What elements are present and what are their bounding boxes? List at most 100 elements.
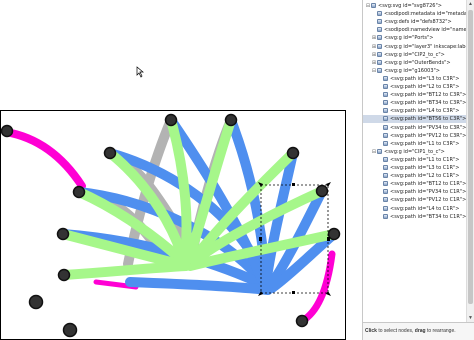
xml-node-icon bbox=[383, 213, 388, 219]
xml-node-icon bbox=[383, 156, 388, 162]
xml-tree-node[interactable]: <svg:path id="L4 to C1R"> bbox=[363, 205, 467, 213]
scale-handle-bottom[interactable] bbox=[292, 291, 295, 294]
xml-node-label: <svg:g id="OuterBends"> bbox=[384, 59, 451, 66]
xml-node-icon bbox=[377, 51, 382, 57]
xml-tree-node[interactable]: ⊞<svg:g id="layer3" inkscape:label="Text… bbox=[363, 43, 467, 51]
xml-tree-node[interactable]: <svg:defs id="defs8732"> bbox=[363, 18, 467, 26]
xml-tree-node[interactable]: ⊟ <svg:svg id="svg8726"> bbox=[363, 2, 467, 10]
xml-node-icon bbox=[383, 124, 388, 130]
xml-tree-node[interactable]: <svg:path id="L2 to C1R"> bbox=[363, 172, 467, 180]
connector-node[interactable] bbox=[315, 184, 329, 198]
xml-node-label: <svg:svg id="svg8726"> bbox=[378, 3, 442, 9]
connector-node[interactable] bbox=[0, 124, 14, 138]
connector-node[interactable] bbox=[72, 185, 86, 199]
xml-node-icon bbox=[383, 100, 388, 106]
xml-node-label: <svg:g id="CIP2_to_c"> bbox=[384, 51, 445, 58]
xml-node-icon bbox=[377, 43, 382, 49]
xml-tree-node[interactable]: <svg:path id="PV12 to C1R"> bbox=[363, 196, 467, 204]
xml-node-label: <svg:path id="L2 to C1R"> bbox=[390, 173, 460, 180]
scale-handle-top-right[interactable] bbox=[326, 182, 331, 187]
xml-tree-node[interactable]: <sodipodi:metadata id="metadata8734"> bbox=[363, 10, 467, 18]
xml-node-label: <svg:path id="BT12 to C3R"> bbox=[390, 92, 467, 99]
xml-tree-node[interactable]: <svg:path id="PV12 to C3R"> bbox=[363, 132, 467, 140]
xml-node-label: <sodipodi:namedview id="namedview8730"> bbox=[384, 27, 467, 34]
connector-node[interactable] bbox=[103, 146, 117, 160]
status-text-end: to rearrange. bbox=[425, 328, 456, 334]
xml-tree-node[interactable]: <svg:path id="PV34 to C1R"> bbox=[363, 188, 467, 196]
xml-node-tree[interactable]: ⊟ <svg:svg id="svg8726"> <sodipodi:metadat… bbox=[363, 0, 467, 322]
connector-node[interactable] bbox=[164, 113, 178, 127]
xml-node-label: <svg:path id="L1 to C3R"> bbox=[390, 140, 460, 147]
xml-node-icon bbox=[383, 173, 388, 179]
drawing-svg[interactable] bbox=[0, 0, 362, 340]
connector-node[interactable] bbox=[224, 113, 238, 127]
xml-node-label: <svg:defs id="defs8732"> bbox=[384, 19, 452, 26]
xml-node-icon bbox=[377, 35, 382, 41]
xml-node-label: <svg:path id="L1 to C1R"> bbox=[390, 156, 460, 163]
xml-node-label: <svg:g id="layer3" inkscape:label="Text"… bbox=[384, 43, 467, 50]
status-text-middle: to select nodes, bbox=[376, 328, 415, 334]
xml-node-label: <svg:path id="BT56 to C3R"> bbox=[390, 116, 467, 123]
xml-node-icon bbox=[383, 181, 388, 187]
scroll-up-arrow-icon[interactable]: ▲ bbox=[467, 0, 474, 8]
xml-tree-node[interactable]: <sodipodi:namedview id="namedview8730"> bbox=[363, 26, 467, 34]
xml-node-label: <svg:path id="PV34 to C1R"> bbox=[390, 189, 467, 196]
xml-tree-node[interactable]: <svg:path id="PV34 to C3R"> bbox=[363, 124, 467, 132]
xml-node-label: <svg:path id="L2 to C3R"> bbox=[390, 84, 460, 90]
connector-node[interactable] bbox=[57, 268, 71, 282]
xml-tree-node[interactable]: ⊟ <svg:g id="CIP1_to_c"> bbox=[363, 148, 467, 156]
xml-tree-node[interactable]: ⊞ <svg:g id="CIP2_to_c"> bbox=[363, 51, 467, 59]
xml-node-icon bbox=[383, 165, 388, 170]
xml-node-icon bbox=[377, 27, 382, 33]
xml-tree-node[interactable]: <svg:path id="L3 to C3R"> bbox=[363, 75, 467, 83]
scroll-down-arrow-icon[interactable]: ▼ bbox=[467, 314, 474, 322]
xml-node-label: <sodipodi:metadata id="metadata8734"> bbox=[384, 11, 467, 18]
xml-tree-scrollbar[interactable]: ▲ ▼ bbox=[466, 0, 474, 322]
xml-tree-node[interactable]: <svg:path id="L1 to C3R"> bbox=[363, 140, 467, 148]
xml-tree-node[interactable]: ⊞ <svg:g id="Ports"> bbox=[363, 34, 467, 42]
connector-node[interactable] bbox=[295, 314, 309, 328]
xml-status-bar: Click to select nodes, drag to rearrange… bbox=[363, 322, 474, 340]
xml-tree-node[interactable]: <svg:path id="L1 to C1R"> bbox=[363, 156, 467, 164]
xml-node-label: <svg:path id="L4 to C1R"> bbox=[390, 205, 460, 212]
connector-node[interactable] bbox=[327, 227, 341, 241]
xml-tree-node[interactable]: <svg:path id="BT56 to C3R"> bbox=[363, 115, 467, 124]
xml-node-icon bbox=[383, 92, 388, 98]
xml-tree-node[interactable]: ⊞ <svg:g id="OuterBends"> bbox=[363, 59, 467, 67]
xml-node-icon bbox=[383, 75, 388, 81]
xml-editor-panel: ⊟ <svg:svg id="svg8726"> <sodipodi:metadat… bbox=[362, 0, 474, 340]
xml-tree-node[interactable]: <svg:path id="BT34 to C1R"> bbox=[363, 213, 467, 221]
magenta-arc-left[interactable] bbox=[2, 128, 86, 190]
xml-node-icon bbox=[383, 205, 388, 211]
xml-node-label: <svg:path id="BT34 to C3R"> bbox=[390, 100, 467, 107]
connector-node[interactable] bbox=[56, 227, 70, 241]
scrollbar-thumb[interactable] bbox=[468, 10, 473, 304]
drawing-canvas[interactable] bbox=[0, 0, 362, 340]
connector-node[interactable] bbox=[286, 146, 300, 160]
blue-connector[interactable] bbox=[125, 277, 273, 295]
xml-tree-node[interactable]: <svg:path id="BT12 to C1R"> bbox=[363, 180, 467, 188]
mouse-cursor-icon bbox=[136, 66, 144, 78]
xml-tree-node[interactable]: <svg:path id="L4 to C3R"> bbox=[363, 107, 467, 115]
xml-node-icon bbox=[383, 116, 388, 122]
connector-node[interactable] bbox=[62, 322, 78, 338]
xml-tree-node[interactable]: <svg:path id="BT34 to C3R"> bbox=[363, 99, 467, 107]
green-connector[interactable] bbox=[59, 261, 191, 280]
xml-node-icon bbox=[383, 197, 388, 203]
xml-tree-node[interactable]: ⊟ <svg:g id="g16003"> bbox=[363, 67, 467, 75]
xml-node-label: <svg:path id="L3 to C3R"> bbox=[390, 75, 460, 82]
xml-node-label: <svg:path id="BT34 to C1R"> bbox=[390, 213, 467, 220]
scale-handle-top[interactable] bbox=[292, 183, 295, 186]
xml-tree-node[interactable]: <svg:path id="L2 to C3R"> bbox=[363, 83, 467, 91]
connector-node[interactable] bbox=[28, 294, 44, 310]
xml-node-label: <svg:path id="L3 to C1R"> bbox=[390, 165, 460, 171]
xml-node-label: <svg:path id="PV34 to C3R"> bbox=[390, 124, 467, 131]
xml-node-icon bbox=[371, 3, 376, 8]
xml-tree-node[interactable]: <svg:path id="L3 to C1R"> bbox=[363, 164, 467, 172]
xml-tree-node[interactable]: <svg:path id="BT12 to C3R"> bbox=[363, 91, 467, 99]
xml-node-label: <svg:g id="Ports"> bbox=[384, 35, 434, 42]
scale-handle-right[interactable] bbox=[327, 237, 330, 241]
xml-node-label: <svg:path id="PV12 to C3R"> bbox=[390, 132, 467, 139]
status-drag-word: drag bbox=[414, 328, 426, 334]
scale-handle-left[interactable] bbox=[259, 237, 262, 241]
